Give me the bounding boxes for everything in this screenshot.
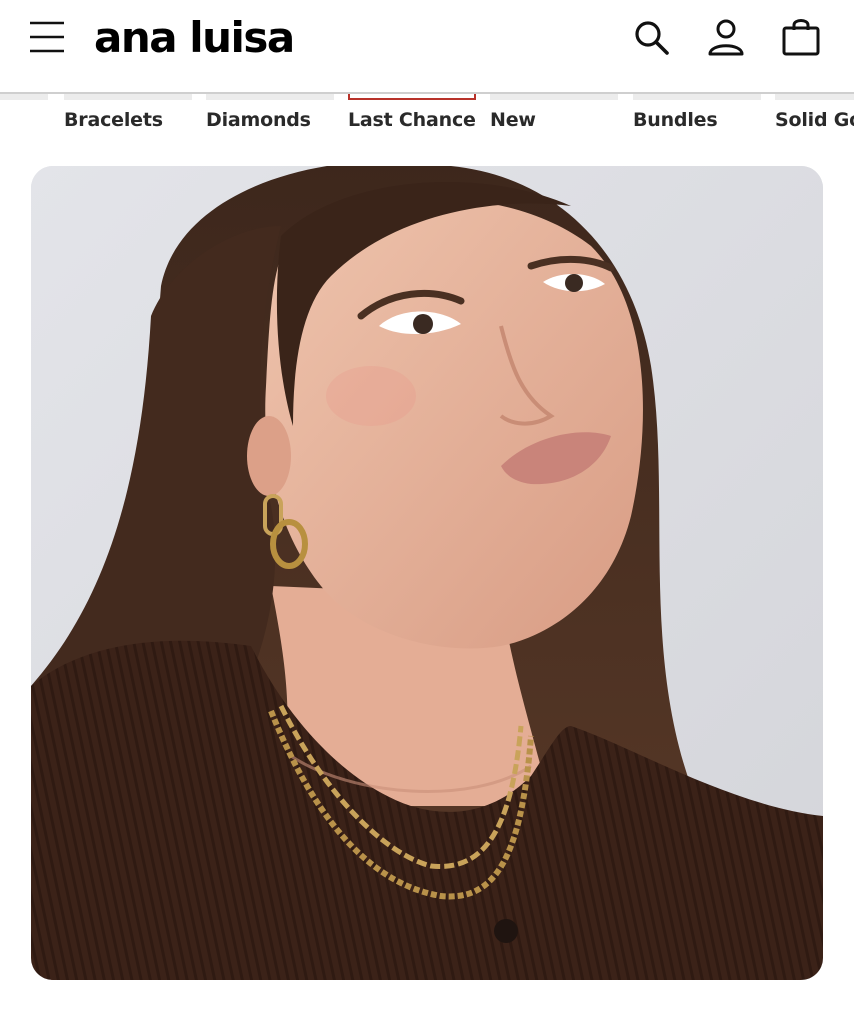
nav-thumbnail [0,94,48,100]
nav-thumbnail [633,94,761,100]
nav-item-label: Bundles [633,109,718,131]
hero-image[interactable] [31,166,823,980]
nav-item-label: Diamonds [206,109,311,131]
brand-logo[interactable]: ana luisa [94,12,295,64]
nav-item-label: Bracelets [64,109,163,131]
model-portrait-illustration [31,166,823,980]
category-nav: Bracelets Diamonds Last Chance New Bundl… [0,94,854,154]
nav-thumbnail [775,94,854,100]
shopping-bag-icon[interactable] [781,16,821,58]
nav-item-label: Solid Gold [775,109,854,131]
nav-item-label: Last Chance [348,109,476,131]
hamburger-menu-icon[interactable] [28,18,66,56]
nav-item-label: New [490,109,536,131]
nav-thumbnail [490,94,618,100]
nav-thumbnail [348,94,476,100]
user-account-icon[interactable] [706,16,746,58]
site-header: ana luisa [0,0,854,94]
nav-thumbnail [206,94,334,100]
search-icon[interactable] [632,16,672,58]
nav-thumbnail [64,94,192,100]
